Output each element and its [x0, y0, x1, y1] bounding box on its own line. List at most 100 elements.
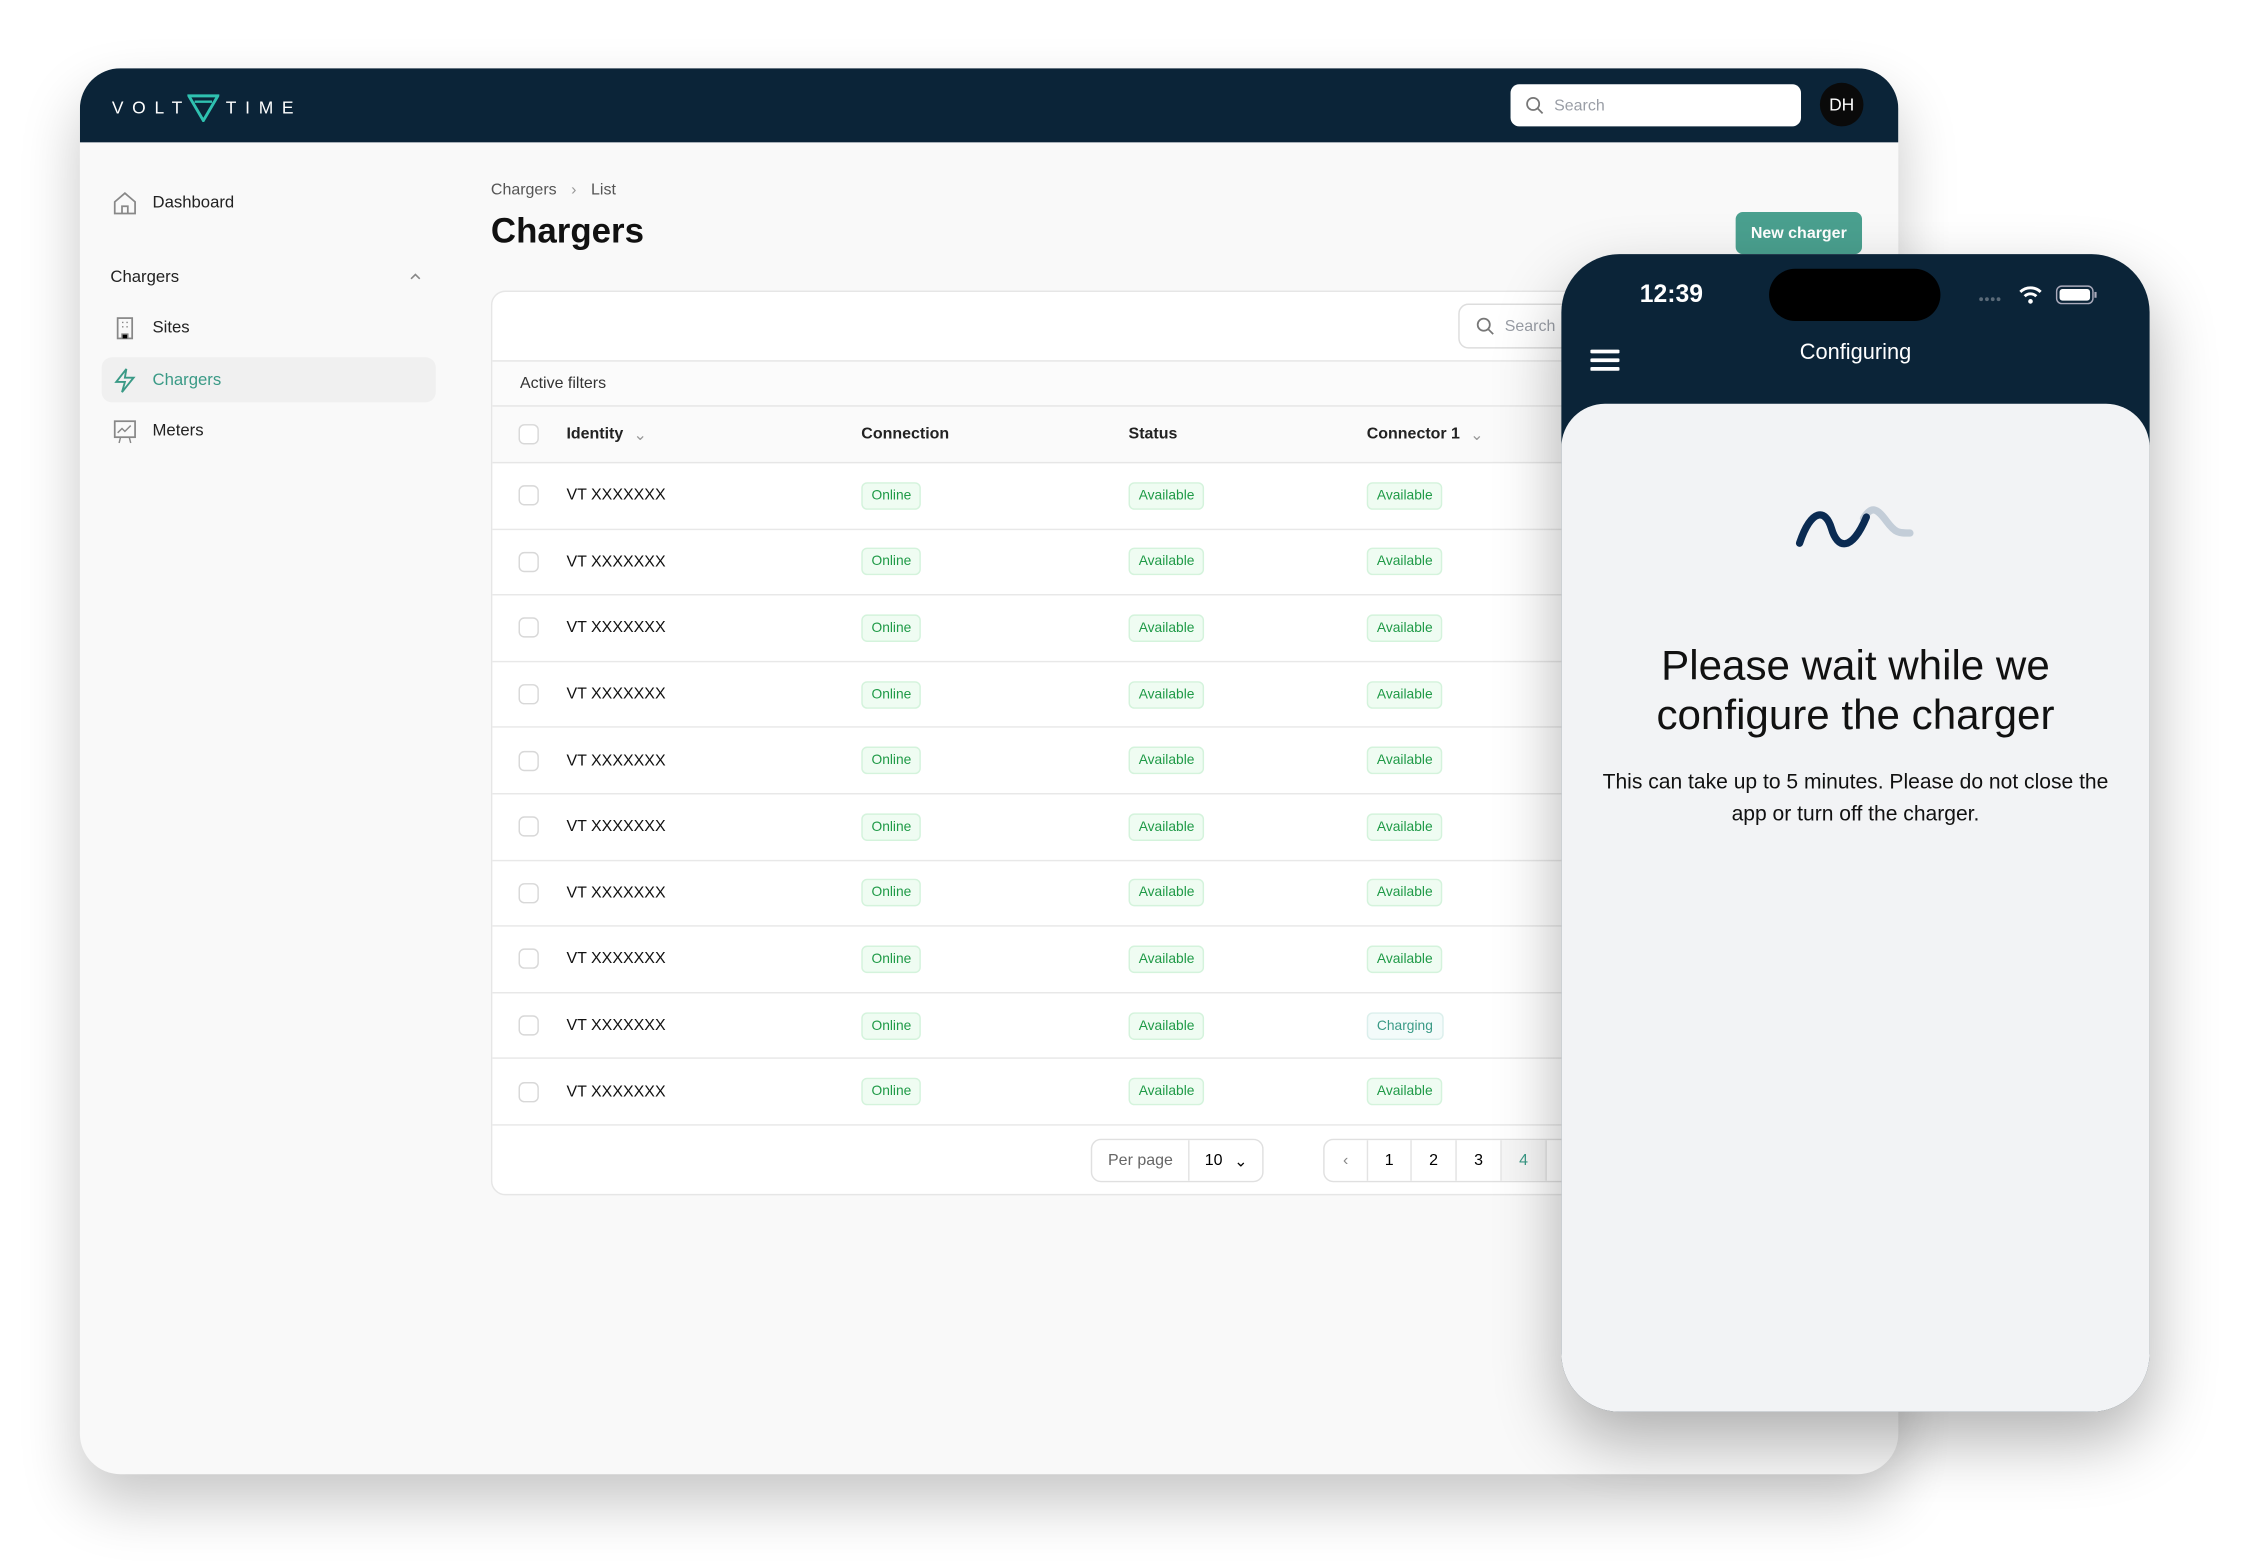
column-label: Identity [566, 425, 624, 443]
loading-wave-icon [1795, 506, 1914, 548]
logo-text-right: TIME [225, 97, 303, 118]
sidebar-item-label: Meters [152, 421, 204, 440]
phone-mockup: 12:39 Configuring Please wait while we c… [1561, 254, 2150, 1412]
page-button[interactable]: 3 [1457, 1140, 1502, 1181]
home-icon [113, 191, 136, 214]
connector-badge: Available [1366, 614, 1443, 642]
identity-cell[interactable]: VT XXXXXXX [566, 619, 665, 636]
column-connection: Connection [861, 407, 949, 462]
connector-badge: Available [1366, 1077, 1443, 1106]
column-label: Connection [861, 425, 950, 443]
identity-cell[interactable]: VT XXXXXXX [566, 884, 665, 901]
user-avatar[interactable]: DH [1819, 82, 1864, 127]
status-badge: Available [1128, 945, 1205, 974]
sidebar-item-meters[interactable]: Meters [102, 408, 436, 453]
section-label: Chargers [110, 268, 180, 287]
prev-page-button[interactable]: ‹ [1325, 1140, 1369, 1181]
page-button-current[interactable]: 4 [1501, 1140, 1547, 1181]
select-all-checkbox[interactable] [518, 424, 539, 445]
status-badge: Available [1128, 879, 1205, 907]
wait-heading: Please wait while we configure the charg… [1656, 643, 2055, 740]
row-checkbox[interactable] [518, 1015, 539, 1036]
status-badge: Available [1128, 481, 1205, 510]
status-badge: Available [1128, 746, 1205, 775]
status-time: 12:39 [1639, 280, 1703, 308]
voltime-logo[interactable]: VOLT TIME [112, 93, 303, 123]
sidebar-item-dashboard[interactable]: Dashboard [102, 180, 436, 225]
row-checkbox[interactable] [518, 551, 539, 573]
per-page-select[interactable]: Per page 10 ⌄ [1090, 1138, 1264, 1183]
chevron-down-icon: ⌄ [1470, 426, 1484, 444]
building-icon [116, 316, 134, 339]
sidebar-item-label: Chargers [152, 371, 222, 389]
status-badge: Available [1128, 614, 1205, 642]
battery-icon [2055, 285, 2097, 305]
breadcrumb-chargers[interactable]: Chargers [491, 182, 557, 199]
sidebar-item-label: Sites [152, 318, 190, 337]
connector-badge: Charging [1366, 1011, 1444, 1040]
row-checkbox[interactable] [518, 485, 539, 506]
page-button[interactable]: 2 [1412, 1140, 1457, 1181]
row-checkbox[interactable] [518, 750, 539, 771]
row-checkbox[interactable] [518, 617, 539, 639]
status-badge: Available [1128, 1077, 1205, 1106]
breadcrumb: Chargers › List [491, 182, 616, 199]
search-placeholder: Search [1504, 317, 1556, 335]
column-identity[interactable]: Identity ⌄ [566, 407, 646, 462]
identity-cell[interactable]: VT XXXXXXX [566, 1017, 665, 1034]
chevron-down-icon: ⌄ [1234, 1152, 1248, 1170]
breadcrumb-list: List [591, 181, 616, 199]
connector-badge: Available [1366, 548, 1443, 576]
page-button[interactable]: 1 [1368, 1140, 1412, 1181]
connection-badge: Online [861, 879, 922, 907]
connector-badge: Available [1366, 879, 1443, 907]
per-page-value[interactable]: 10 ⌄ [1190, 1140, 1262, 1181]
identity-cell[interactable]: VT XXXXXXX [566, 553, 665, 570]
connector-badge: Available [1366, 680, 1443, 709]
bolt-icon [114, 367, 136, 393]
connection-badge: Online [861, 548, 922, 576]
top-bar: VOLT TIME Search DH [79, 68, 1899, 143]
chart-board-icon [113, 419, 136, 443]
wait-message: This can take up to 5 minutes. Please do… [1602, 771, 2109, 827]
chevron-right-icon: › [571, 181, 577, 199]
logo-v-icon [188, 94, 220, 123]
sidebar-item-sites[interactable]: Sites [102, 305, 436, 350]
sidebar-item-chargers[interactable]: Chargers [101, 357, 436, 403]
search-placeholder: Search [1554, 96, 1605, 115]
new-charger-button[interactable]: New charger [1735, 212, 1863, 255]
per-page-label: Per page [1092, 1140, 1191, 1181]
identity-cell[interactable]: VT XXXXXXX [566, 951, 665, 968]
wifi-icon [2019, 286, 2042, 298]
connection-badge: Online [861, 680, 922, 709]
connection-badge: Online [861, 614, 922, 642]
search-icon [1526, 97, 1544, 115]
connector-badge: Available [1366, 746, 1443, 775]
column-status: Status [1129, 407, 1178, 462]
row-checkbox[interactable] [518, 949, 539, 970]
connector-badge: Available [1366, 945, 1443, 974]
connection-badge: Online [861, 481, 922, 510]
per-page-number: 10 [1204, 1151, 1223, 1170]
identity-cell[interactable]: VT XXXXXXX [566, 686, 665, 703]
global-search-input[interactable]: Search [1510, 84, 1802, 127]
chevron-up-icon [410, 273, 421, 280]
identity-cell[interactable]: VT XXXXXXX [566, 752, 665, 769]
status-badge: Available [1128, 813, 1205, 841]
identity-cell[interactable]: VT XXXXXXX [566, 818, 665, 835]
column-connector-1[interactable]: Connector 1 ⌄ [1367, 407, 1484, 462]
row-checkbox[interactable] [518, 882, 539, 904]
identity-cell[interactable]: VT XXXXXXX [566, 1083, 665, 1100]
sidebar-section-chargers[interactable]: Chargers [110, 269, 422, 286]
phone-content: Please wait while we configure the charg… [1561, 403, 2150, 1412]
row-checkbox[interactable] [518, 684, 539, 705]
row-checkbox[interactable] [518, 816, 539, 838]
identity-cell[interactable]: VT XXXXXXX [566, 487, 665, 504]
status-icons [1979, 285, 2097, 305]
status-badge: Available [1128, 680, 1205, 709]
signal-icon [1979, 297, 2001, 302]
row-checkbox[interactable] [518, 1081, 539, 1102]
connection-badge: Online [861, 1011, 922, 1040]
column-label: Connector 1 [1366, 425, 1460, 443]
status-badge: Available [1128, 1011, 1205, 1040]
